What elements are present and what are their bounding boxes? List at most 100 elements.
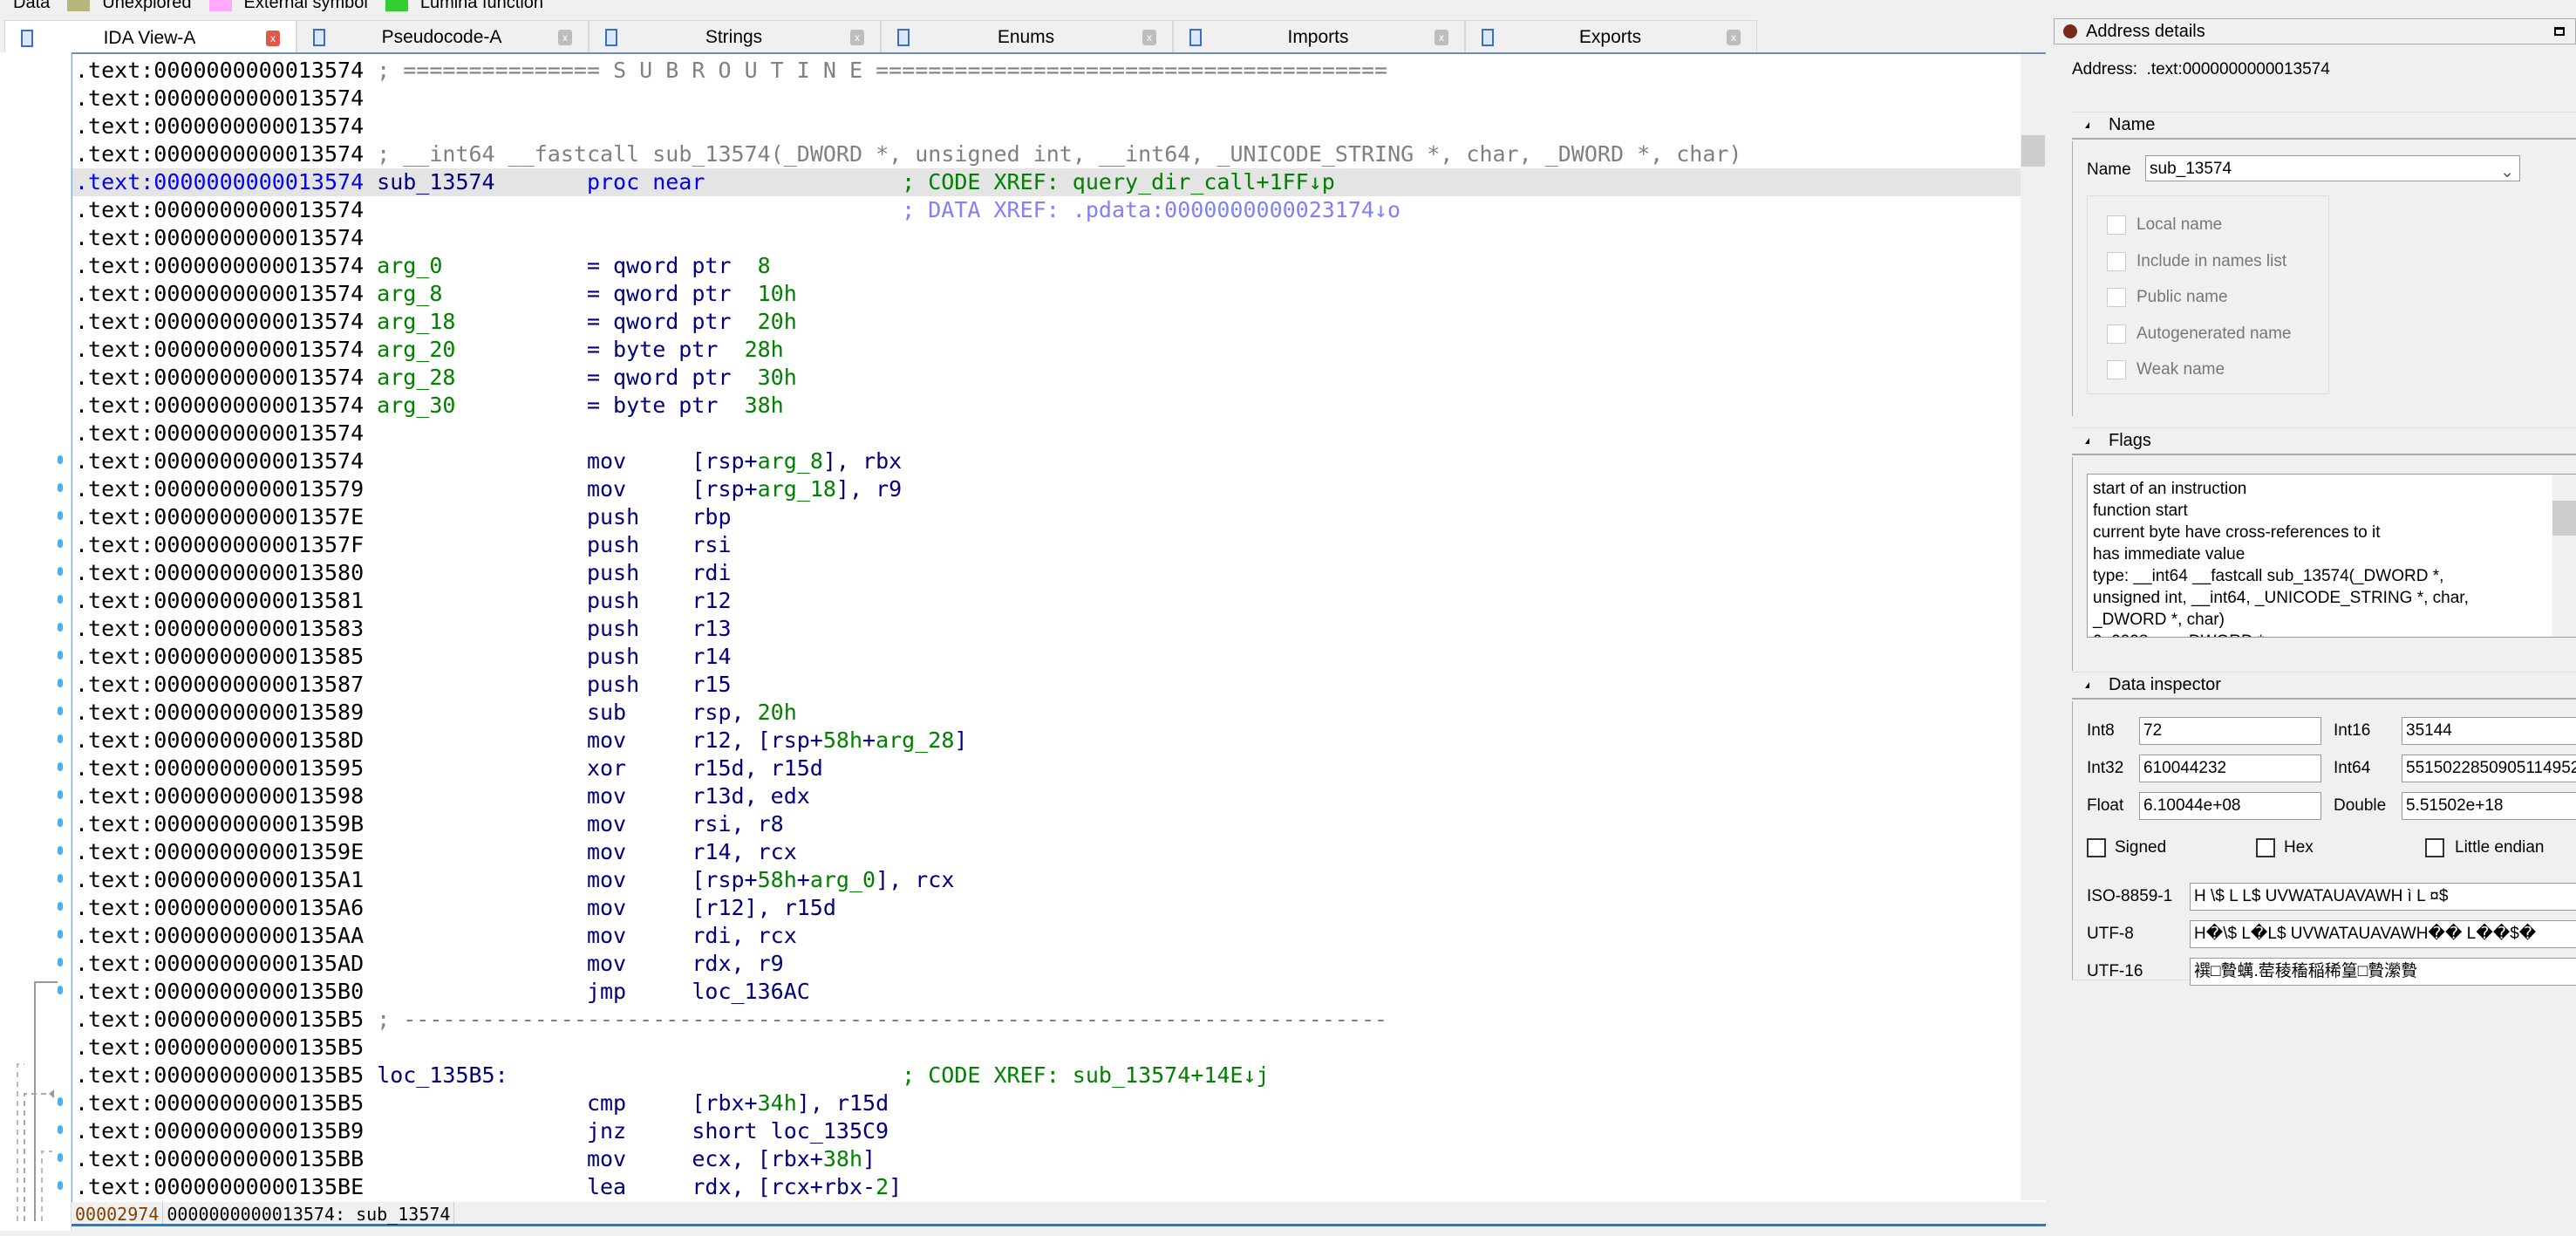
disassembly-line[interactable]: .text:00000000000135B5 ; ----------------… [72,1006,2021,1034]
line-label: arg_8 [377,281,443,306]
collapse-icon[interactable] [2085,682,2089,688]
disassembly-line[interactable]: .text:000000000001359B mov rsi, r8 [72,810,2021,838]
scrollbar-thumb[interactable] [2552,501,2576,536]
disassembly-line[interactable]: .text:0000000000013585 push r14 [72,643,2021,671]
operand-token: r13 [692,616,732,641]
hex-checkbox[interactable] [2256,838,2275,857]
disassembly-scrollbar[interactable] [2021,54,2046,1200]
chevron-down-icon[interactable]: ⌄ [2500,160,2514,181]
name-combobox[interactable]: sub_13574 ⌄ [2145,155,2520,181]
line-address: .text:0000000000013574 [75,448,365,474]
disassembly-line[interactable]: .text:0000000000013574 ; __int64 __fastca… [72,140,2021,168]
float-field[interactable]: 6.10044e+08 [2139,792,2321,820]
name-flag-checkbox[interactable] [2107,251,2126,271]
disassembly-line[interactable]: .text:00000000000135B9 jnz short loc_135C9 [72,1117,2021,1145]
collapse-icon[interactable] [2085,438,2089,444]
line-address: .text:00000000000135B0 [75,979,365,1004]
flags-section-header[interactable]: Flags [2072,427,2576,455]
name-section-header[interactable]: Name [2072,112,2576,140]
disassembly-line[interactable]: .text:00000000000135B5 [72,1034,2021,1062]
disassembly-line[interactable]: .text:0000000000013598 mov r13d, edx [72,782,2021,810]
disassembly-line[interactable]: .text:000000000001357F push rsi [72,531,2021,559]
int16-field[interactable]: 35144 [2402,717,2576,745]
data-inspector-header[interactable]: Data inspector [2072,672,2576,700]
scrollbar-thumb[interactable] [2021,135,2045,167]
disassembly-line[interactable]: .text:0000000000013574 [72,224,2021,252]
iso-field[interactable]: H \$ L L$ UVWATAUAVAWH ì L ¤$ [2190,883,2576,911]
int64-field[interactable]: 5515022850905114952 [2402,755,2576,782]
disassembly-line[interactable]: .text:0000000000013574 [72,85,2021,113]
tab-ida-view-a[interactable]: IDA View-A x [4,20,296,55]
maximize-icon[interactable] [2554,27,2565,36]
disassembly-line[interactable]: .text:00000000000135B5 loc_135B5: ; CODE X… [72,1062,2021,1089]
disassembly-line[interactable]: .text:0000000000013579 mov [rsp+arg_18], r… [72,475,2021,503]
little-endian-checkbox[interactable] [2425,838,2444,857]
collapse-icon[interactable] [2085,122,2089,128]
double-label: Double [2334,796,2387,815]
disassembly-line[interactable]: .text:0000000000013574 arg_0 = qword ptr 8 [72,252,2021,280]
disassembly-line[interactable]: .text:00000000000135AD mov rdx, r9 [72,950,2021,978]
disassembly-line[interactable]: .text:0000000000013574 ; DATA XREF: .pdat… [72,196,2021,224]
disassembly-line[interactable]: .text:0000000000013583 push r13 [72,615,2021,643]
disassembly-line[interactable]: .text:0000000000013574 sub_13574 proc near… [72,168,2021,196]
disassembly-line[interactable]: .text:00000000000135A1 mov [rsp+58h+arg_0]… [72,866,2021,894]
disassembly-line[interactable]: .text:0000000000013580 push rdi [72,559,2021,587]
close-icon[interactable]: x [558,29,572,45]
disassembly-line[interactable]: .text:0000000000013574 arg_8 = qword ptr 1… [72,280,2021,308]
disassembly-line[interactable]: .text:00000000000135B0 jmp loc_136AC [72,978,2021,1006]
disassembly-line[interactable]: .text:00000000000135B5 cmp [rbx+34h], r15d [72,1089,2021,1117]
line-address: .text:00000000000135BB [75,1146,365,1171]
name-flag-checkbox[interactable] [2107,215,2126,235]
disassembly-line[interactable]: .text:00000000000135AA mov rdi, rcx [72,922,2021,950]
disassembly-line[interactable]: .text:000000000001357E push rbp [72,503,2021,531]
int8-field[interactable]: 72 [2139,717,2321,745]
disassembly-view[interactable]: .text:0000000000013574 ; =============== … [72,52,2046,1202]
disassembly-line[interactable]: .text:000000000001359E mov r14, rcx [72,838,2021,866]
flags-scrollbar[interactable] [2552,475,2576,637]
name-flag-checkbox[interactable] [2107,288,2126,307]
disassembly-line[interactable]: .text:0000000000013574 ; =============== … [72,57,2021,85]
line-address: .text:00000000000135AA [75,923,365,948]
tab-enums[interactable]: Enums x [881,20,1173,53]
utf16-field[interactable]: 襈□䞇蠇.䓨稜稸稲稀篁□䞇瀠䞇 [2190,958,2576,986]
section-title: Flags [2109,431,2151,450]
tab-exports[interactable]: Exports x [1465,20,1757,53]
disassembly-line[interactable]: .text:0000000000013574 arg_28 = qword ptr … [72,364,2021,392]
disassembly-line[interactable]: .text:0000000000013574 mov [rsp+arg_8], rb… [72,447,2021,475]
definition-token: = byte ptr [586,337,745,362]
disassembly-line[interactable]: .text:0000000000013574 arg_18 = qword ptr … [72,308,2021,336]
close-icon[interactable]: x [1142,29,1156,45]
disassembly-line[interactable]: .text:0000000000013574 [72,113,2021,140]
utf8-field[interactable]: H�\$ L�L$ UVWATAUAVAWH�� L��$� [2190,920,2576,948]
disassembly-line[interactable]: .text:00000000000135BB mov ecx, [rbx+38h] [72,1145,2021,1173]
disassembly-line[interactable]: .text:000000000001358D mov r12, [rsp+58h+a… [72,727,2021,755]
close-icon[interactable]: x [266,30,280,46]
operand-token: 2 [876,1174,889,1199]
signed-checkbox[interactable] [2087,838,2106,857]
disassembly-line[interactable]: .text:0000000000013595 xor r15d, r15d [72,755,2021,782]
instruction-marker [58,818,63,827]
int32-field[interactable]: 610044232 [2139,755,2321,782]
tab-strings[interactable]: Strings x [589,20,881,53]
disassembly-line[interactable]: .text:0000000000013589 sub rsp, 20h [72,699,2021,727]
name-flag-checkbox[interactable] [2107,360,2126,379]
mnemonic: mov [586,923,627,948]
flags-textarea[interactable]: start of an instruction function start cur… [2087,474,2576,638]
tab-imports[interactable]: Imports x [1173,20,1465,53]
close-icon[interactable]: x [1435,29,1448,45]
name-flag-checkbox[interactable] [2107,324,2126,344]
arrows-gutter [0,52,72,1231]
utf8-label: UTF-8 [2087,925,2134,943]
disassembly-line[interactable]: .text:00000000000135BE lea rdx, [rcx+rbx-2… [72,1173,2021,1201]
close-icon[interactable]: x [850,29,864,45]
tab-pseudocode-a[interactable]: Pseudocode-A x [296,20,589,53]
disassembly-line[interactable]: .text:0000000000013574 [72,420,2021,447]
close-icon[interactable]: x [1727,29,1741,45]
double-field[interactable]: 5.51502e+18 [2402,792,2576,820]
disassembly-line[interactable]: .text:0000000000013587 push r15 [72,671,2021,699]
flags-line: type: __int64 __fastcall sub_13574(_DWOR… [2093,567,2444,585]
disassembly-line[interactable]: .text:0000000000013581 push r12 [72,587,2021,615]
disassembly-line[interactable]: .text:0000000000013574 arg_30 = byte ptr 3… [72,392,2021,420]
disassembly-line[interactable]: .text:00000000000135A6 mov [r12], r15d [72,894,2021,922]
disassembly-line[interactable]: .text:0000000000013574 arg_20 = byte ptr 2… [72,336,2021,364]
